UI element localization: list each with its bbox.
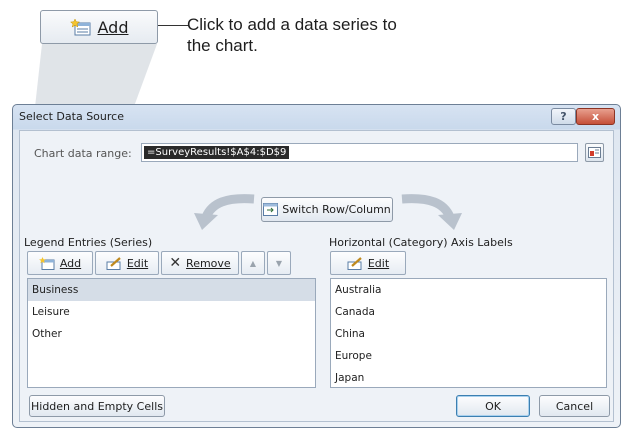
add-series-icon	[69, 18, 90, 36]
switch-row-column-icon	[263, 203, 279, 216]
legend-toolbar: Add Edit ✕ Remove ▲ ▼	[27, 251, 293, 275]
edit-axis-labels-button[interactable]: Edit	[330, 251, 406, 275]
remove-series-label: Remove	[186, 256, 231, 270]
switch-row-column-button[interactable]: Switch Row/Column	[261, 197, 393, 222]
legend-entries-label: Legend Entries (Series)	[24, 236, 153, 249]
add-series-button[interactable]: Add	[27, 251, 93, 275]
add-series-label: Add	[59, 256, 82, 270]
dialog-titlebar[interactable]: Select Data Source ? x	[13, 105, 620, 129]
edit-axis-icon	[347, 256, 362, 270]
list-item[interactable]: Other	[28, 323, 315, 345]
move-down-icon: ▼	[275, 258, 283, 268]
move-up-icon: ▲	[249, 258, 257, 268]
dialog-title: Select Data Source	[19, 110, 124, 123]
list-item[interactable]: Japan	[331, 367, 606, 389]
ok-button[interactable]: OK	[456, 395, 530, 417]
chart-data-range-input[interactable]: =SurveyResults!$A$4:$D$9	[141, 143, 578, 162]
collapse-dialog-button[interactable]	[585, 143, 604, 162]
hidden-empty-cells-button[interactable]: Hidden and Empty Cells	[29, 395, 165, 417]
list-item[interactable]: Leisure	[28, 301, 315, 323]
close-button[interactable]: x	[576, 108, 615, 125]
collapse-range-icon	[588, 147, 601, 158]
switch-arrow-right-icon	[401, 194, 462, 230]
list-item[interactable]: Business	[28, 279, 315, 301]
switch-row-column-label: Switch Row/Column	[282, 203, 391, 216]
chart-data-range-label: Chart data range:	[34, 147, 132, 160]
remove-series-button[interactable]: ✕ Remove	[161, 251, 239, 275]
help-button[interactable]: ?	[551, 108, 576, 125]
edit-series-button[interactable]: Edit	[95, 251, 159, 275]
edit-axis-labels-label: Edit	[367, 256, 390, 270]
select-data-source-dialog: Select Data Source ? x Chart data range:…	[12, 104, 621, 428]
move-up-button[interactable]: ▲	[241, 251, 265, 275]
list-item[interactable]: Europe	[331, 345, 606, 367]
hidden-empty-cells-label: Hidden and Empty Cells	[31, 399, 163, 413]
cancel-button[interactable]: Cancel	[539, 395, 610, 417]
callout-text: Click to add a data series to the chart.	[187, 15, 397, 55]
list-item[interactable]: Canada	[331, 301, 606, 323]
chart-data-range-value: =SurveyResults!$A$4:$D$9	[144, 146, 290, 159]
list-item[interactable]: Australia	[331, 279, 606, 301]
axis-toolbar: Edit	[330, 251, 408, 275]
move-down-button[interactable]: ▼	[267, 251, 291, 275]
callout-add-label: Add	[97, 17, 129, 37]
dialog-body: Chart data range: =SurveyResults!$A$4:$D…	[19, 130, 614, 422]
help-icon: ?	[560, 110, 567, 123]
legend-series-list[interactable]: Business Leisure Other	[27, 278, 316, 388]
ok-label: OK	[485, 399, 501, 413]
add-series-icon	[38, 256, 55, 270]
axis-labels-list[interactable]: Australia Canada China Europe Japan	[330, 278, 607, 388]
close-icon: x	[591, 110, 600, 123]
callout-leader-line	[158, 25, 188, 26]
callout-add-button: Add	[40, 10, 158, 44]
axis-labels-label: Horizontal (Category) Axis Labels	[329, 236, 513, 249]
remove-icon: ✕	[169, 255, 182, 271]
cancel-label: Cancel	[555, 399, 594, 413]
switch-arrow-left-icon	[194, 194, 255, 230]
edit-series-label: Edit	[126, 256, 149, 270]
edit-series-icon	[106, 256, 121, 270]
list-item[interactable]: China	[331, 323, 606, 345]
